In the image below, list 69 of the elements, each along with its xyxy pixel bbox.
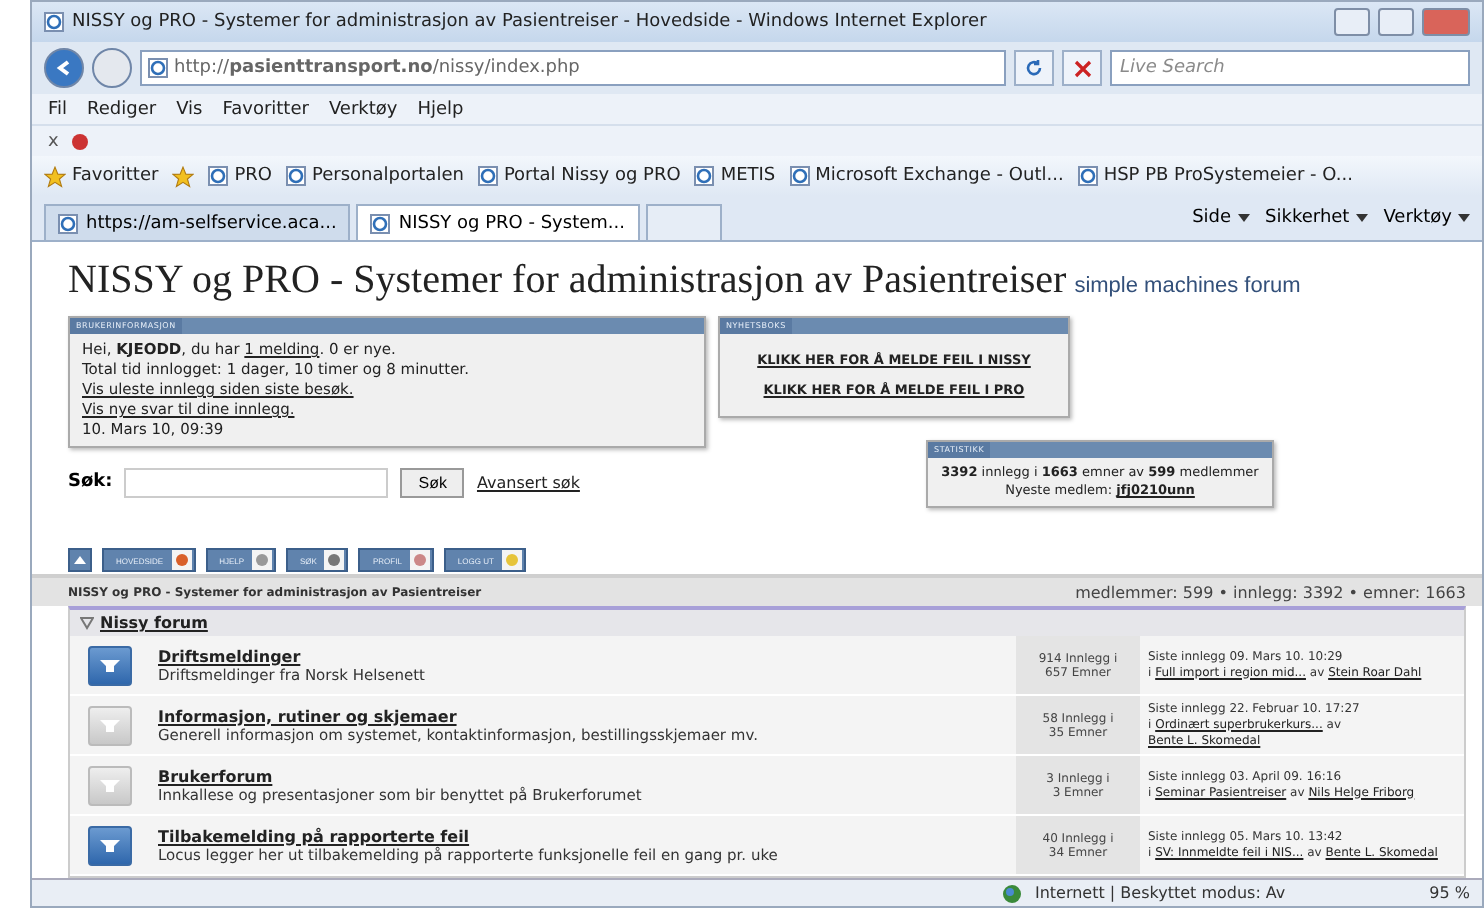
nav-icon	[326, 552, 343, 568]
favorite-link[interactable]: Microsoft Exchange - Outl...	[789, 166, 1064, 186]
up-arrow-icon	[74, 556, 86, 564]
window-title: NISSY og PRO - Systemer for administrasjon av Pasientreiser - Hovedside - Windows Internet Explorer	[72, 12, 989, 32]
nav-icon	[503, 552, 520, 568]
nav-icon	[254, 552, 271, 568]
collapse-button[interactable]	[68, 548, 92, 572]
caret-icon	[1458, 214, 1470, 222]
forum-title: NISSY og PRO - Systemer for administrasjon av Pasientreiser	[68, 258, 1067, 304]
browser-page-icon	[694, 166, 715, 186]
star-icon[interactable]	[44, 165, 66, 187]
menu-item[interactable]: Rediger	[87, 99, 157, 119]
browser-page-icon	[789, 166, 810, 186]
browser-tab[interactable]: NISSY og PRO - System...	[356, 204, 639, 240]
favorite-link[interactable]: PRO	[208, 166, 272, 186]
refresh-icon	[1024, 58, 1044, 78]
nav-icon	[173, 552, 190, 568]
nav-icon	[411, 552, 428, 568]
board-link[interactable]: Informasjon, rutiner og skjemaer	[158, 707, 1008, 725]
browser-page-icon	[208, 166, 229, 186]
favorite-link[interactable]: METIS	[694, 166, 776, 186]
favorite-link[interactable]: Personalportalen	[285, 166, 464, 186]
menu-item[interactable]: Favoritter	[222, 99, 309, 119]
forum-stats: medlemmer: 599 • innlegg: 3392 • emner: 1663	[1075, 583, 1466, 601]
maximize-button[interactable]	[1378, 8, 1414, 36]
advanced-search-link[interactable]: Avansert søk	[476, 473, 580, 491]
browser-page-icon	[370, 213, 391, 233]
browser-tab[interactable]: https://am-selfservice.aca...	[44, 204, 351, 240]
browser-page-icon	[477, 166, 498, 186]
forward-button[interactable]	[92, 48, 132, 88]
zoom-level[interactable]: 95 %	[1429, 884, 1470, 902]
toolbar-menu[interactable]: Side	[1192, 208, 1250, 228]
add-favorite-icon[interactable]	[172, 165, 195, 187]
back-button[interactable]	[44, 48, 84, 88]
new-tab-button[interactable]	[645, 204, 721, 240]
security-zone: Internett | Beskyttet modus: Av	[1034, 884, 1286, 902]
board-link[interactable]: Driftsmeldinger	[158, 647, 1008, 665]
toolbar-menu[interactable]: Sikkerhet	[1265, 208, 1368, 228]
minimize-button[interactable]	[1334, 8, 1370, 36]
category-link[interactable]: Nissy forum	[100, 614, 208, 632]
address-field[interactable]: http://pasienttransport.no/nissy/index.php	[140, 50, 1006, 86]
url-text: http://pasienttransport.no/nissy/index.php	[174, 58, 580, 78]
favorites-button[interactable]: Favoritter	[44, 165, 159, 187]
forum-logo[interactable]: simple machines forum	[1074, 274, 1301, 298]
stop-button[interactable]	[1062, 50, 1102, 86]
browser-page-icon	[148, 58, 168, 78]
favorite-link[interactable]: Portal Nissy og PRO	[477, 166, 681, 186]
menu-item[interactable]: Verktøy	[328, 99, 398, 119]
browser-page-icon	[58, 213, 78, 233]
browser-page-icon	[285, 166, 306, 186]
globe-icon	[1002, 883, 1023, 903]
forum-search-field[interactable]	[124, 467, 389, 497]
board-link[interactable]: Brukerforum	[158, 767, 1008, 785]
caret-icon	[1237, 214, 1250, 222]
menu-item[interactable]: Hjelp	[417, 99, 464, 119]
expand-toggle-icon[interactable]	[80, 616, 94, 630]
board-link[interactable]: Tilbakemelding på rapporterte feil	[158, 827, 1008, 845]
browser-page-icon	[1077, 166, 1098, 186]
caret-icon	[1355, 214, 1368, 222]
menu-item[interactable]: Fil	[48, 99, 68, 119]
stop-icon	[1073, 59, 1091, 77]
menu-item[interactable]: Vis	[176, 99, 203, 119]
search-label: Søk:	[68, 472, 113, 492]
close-toolbar-button[interactable]: x	[48, 131, 59, 151]
browser-page-icon	[44, 12, 64, 32]
toolbar-menu[interactable]: Verktøy	[1383, 208, 1470, 228]
search-button[interactable]: Søk	[400, 467, 465, 497]
refresh-button[interactable]	[1014, 50, 1054, 86]
favorite-link[interactable]: HSP PB ProSystemeier - O...	[1077, 166, 1353, 186]
